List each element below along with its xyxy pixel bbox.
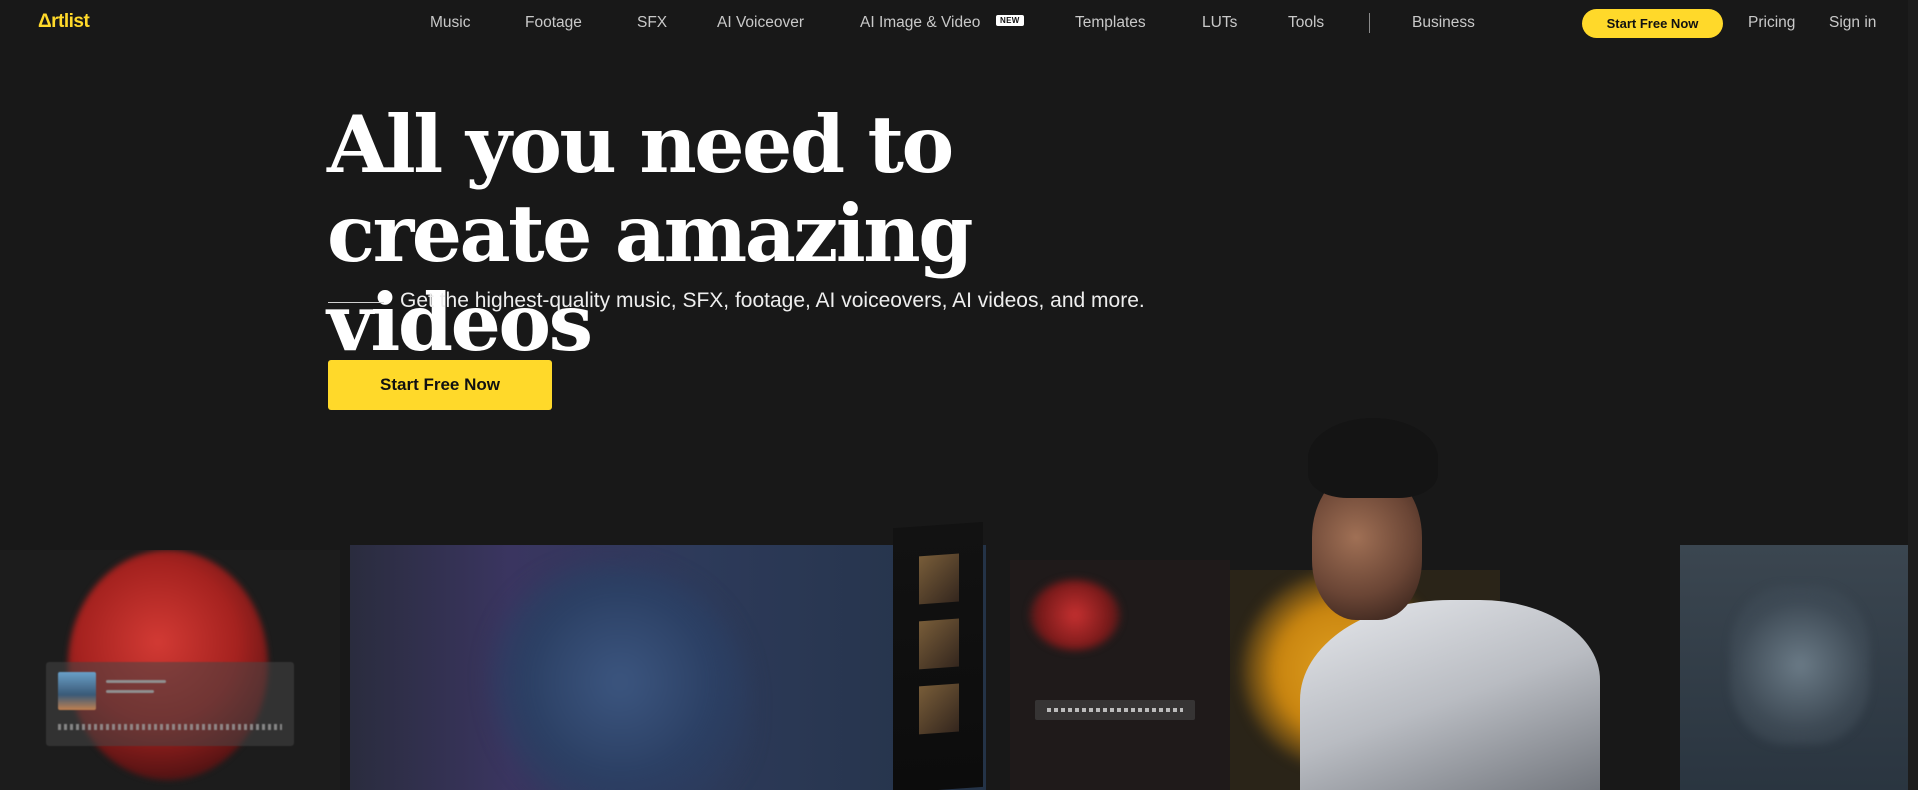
nav-divider bbox=[1369, 13, 1370, 33]
hero-headline: All you need to create amazing videos bbox=[327, 98, 973, 369]
hero-subtitle: Get the highest-quality music, SFX, foot… bbox=[400, 289, 1145, 312]
subtitle-rule bbox=[328, 302, 384, 303]
track-waveform bbox=[58, 724, 282, 730]
nav-start-free-button[interactable]: Start Free Now bbox=[1582, 9, 1723, 38]
blurred-footage-image bbox=[350, 545, 986, 790]
nav-item-business[interactable]: Business bbox=[1412, 14, 1475, 32]
creator-hair bbox=[1308, 418, 1438, 498]
nav-item-templates[interactable]: Templates bbox=[1075, 14, 1146, 32]
nav-item-sfx[interactable]: SFX bbox=[637, 14, 667, 32]
top-nav: Δrtlist Music Footage SFX AI Voiceover A… bbox=[0, 0, 1918, 46]
creator-portrait bbox=[1200, 400, 1670, 790]
editing-monitor bbox=[893, 521, 983, 790]
nav-item-ai-voiceover[interactable]: AI Voiceover bbox=[717, 14, 804, 32]
blurred-figure bbox=[490, 565, 750, 790]
white-shirt bbox=[1300, 600, 1600, 790]
page-scrollbar[interactable] bbox=[1908, 0, 1918, 790]
track-thumbnail bbox=[58, 672, 96, 710]
nav-item-ai-image-video[interactable]: AI Image & Video bbox=[860, 14, 980, 32]
page: Δrtlist Music Footage SFX AI Voiceover A… bbox=[0, 0, 1918, 790]
monitor-thumbnail bbox=[919, 683, 959, 735]
nav-item-tools[interactable]: Tools bbox=[1288, 14, 1324, 32]
monitor-thumbnail bbox=[919, 618, 959, 670]
sculpture-image bbox=[1680, 545, 1918, 790]
sculpture-shape bbox=[1730, 585, 1870, 745]
track-artist-placeholder bbox=[106, 690, 154, 693]
monitor-thumbnail bbox=[919, 553, 959, 605]
nav-pricing-link[interactable]: Pricing bbox=[1748, 14, 1795, 32]
artlist-logo[interactable]: Δrtlist bbox=[38, 11, 90, 33]
hero-collage bbox=[0, 400, 1918, 790]
audio-waveform-pill bbox=[1035, 700, 1195, 720]
red-hair-shape bbox=[1030, 580, 1120, 650]
nav-item-luts[interactable]: LUTs bbox=[1202, 14, 1237, 32]
red-hair-image bbox=[1010, 560, 1230, 790]
track-title-placeholder bbox=[106, 680, 166, 683]
new-badge: NEW bbox=[996, 15, 1024, 26]
nav-signin-link[interactable]: Sign in bbox=[1829, 14, 1876, 32]
nav-item-music[interactable]: Music bbox=[430, 14, 470, 32]
music-track-card bbox=[46, 662, 294, 746]
nav-item-footage[interactable]: Footage bbox=[525, 14, 582, 32]
